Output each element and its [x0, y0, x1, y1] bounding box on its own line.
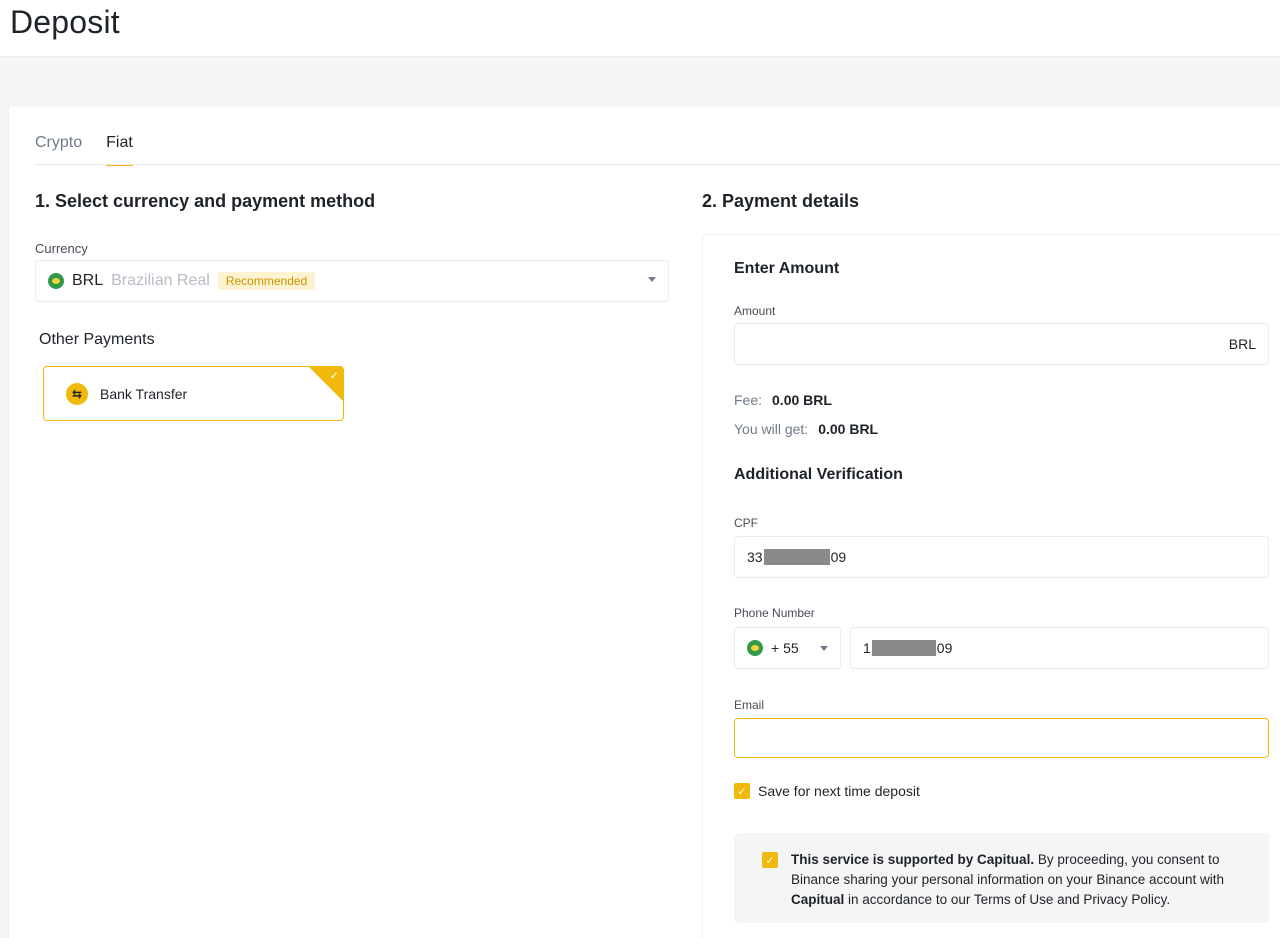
consent-text: This service is supported by Capitual. B… — [791, 850, 1251, 910]
consent-body-2: in accordance to our Terms of Use and Pr… — [844, 892, 1171, 907]
redaction-mask — [763, 549, 830, 565]
check-icon: ✓ — [329, 370, 339, 382]
phone-prefix: 1 — [863, 640, 871, 656]
amount-input[interactable]: BRL — [734, 323, 1269, 365]
receive-row: You will get: 0.00 BRL — [734, 421, 878, 437]
cpf-suffix: 09 — [830, 549, 847, 565]
fee-row: Fee: 0.00 BRL — [734, 392, 832, 408]
deposit-card: Crypto Fiat 1. Select currency and payme… — [8, 105, 1280, 938]
currency-select[interactable]: BRL Brazilian Real Recommended — [35, 260, 669, 302]
deposit-tabs: Crypto Fiat — [35, 134, 133, 166]
recommended-badge: Recommended — [217, 272, 316, 290]
country-code-select[interactable]: + 55 — [734, 627, 841, 669]
currency-code: BRL — [72, 272, 104, 289]
phone-suffix: 09 — [936, 640, 953, 656]
receive-value: 0.00 BRL — [818, 421, 879, 437]
redaction-mask — [871, 640, 936, 656]
save-for-next-time[interactable]: ✓ Save for next time deposit — [734, 783, 920, 799]
email-label: Email — [734, 698, 765, 712]
transfer-arrows-icon: ⇆ — [66, 382, 88, 405]
save-label: Save for next time deposit — [758, 783, 920, 799]
cpf-input[interactable]: 33 09 — [734, 536, 1269, 578]
verification-title: Additional Verification — [734, 466, 903, 483]
phone-input[interactable]: 1 09 — [850, 627, 1269, 669]
save-checkbox[interactable]: ✓ — [734, 783, 750, 799]
enter-amount-title: Enter Amount — [734, 260, 840, 277]
tab-fiat[interactable]: Fiat — [106, 134, 133, 166]
bank-transfer-option[interactable]: ⇆ Bank Transfer ✓ — [43, 366, 344, 421]
receive-label: You will get: — [734, 421, 809, 437]
fee-label: Fee: — [734, 392, 763, 408]
country-code: + 55 — [771, 640, 799, 656]
tab-crypto[interactable]: Crypto — [35, 134, 82, 166]
page-title: Deposit — [10, 4, 120, 40]
currency-name: Brazilian Real — [111, 272, 210, 289]
payment-method-label: Bank Transfer — [100, 385, 188, 402]
cpf-label: CPF — [734, 516, 758, 530]
amount-label: Amount — [734, 304, 776, 318]
header-bar: Deposit — [0, 0, 1280, 57]
cpf-prefix: 33 — [747, 549, 763, 565]
brazil-flag-icon — [747, 640, 763, 656]
other-payments-label: Other Payments — [39, 331, 155, 348]
chevron-down-icon — [648, 277, 656, 282]
fee-value: 0.00 BRL — [772, 392, 832, 408]
brazil-flag-icon — [48, 273, 64, 289]
amount-suffix: BRL — [1228, 336, 1256, 352]
capitual-consent-notice: ✓ This service is supported by Capitual.… — [734, 833, 1269, 923]
tabs-divider — [35, 164, 1280, 165]
currency-label: Currency — [35, 241, 88, 256]
consent-checkbox[interactable]: ✓ — [762, 852, 778, 868]
step1-title: 1. Select currency and payment method — [35, 191, 376, 211]
consent-partner: Capitual — [791, 892, 845, 907]
chevron-down-icon — [820, 645, 828, 651]
consent-lead: This service is supported by Capitual. — [791, 852, 1035, 867]
phone-label: Phone Number — [734, 606, 815, 620]
email-input[interactable] — [734, 718, 1269, 758]
step2-title: 2. Payment details — [702, 191, 860, 211]
